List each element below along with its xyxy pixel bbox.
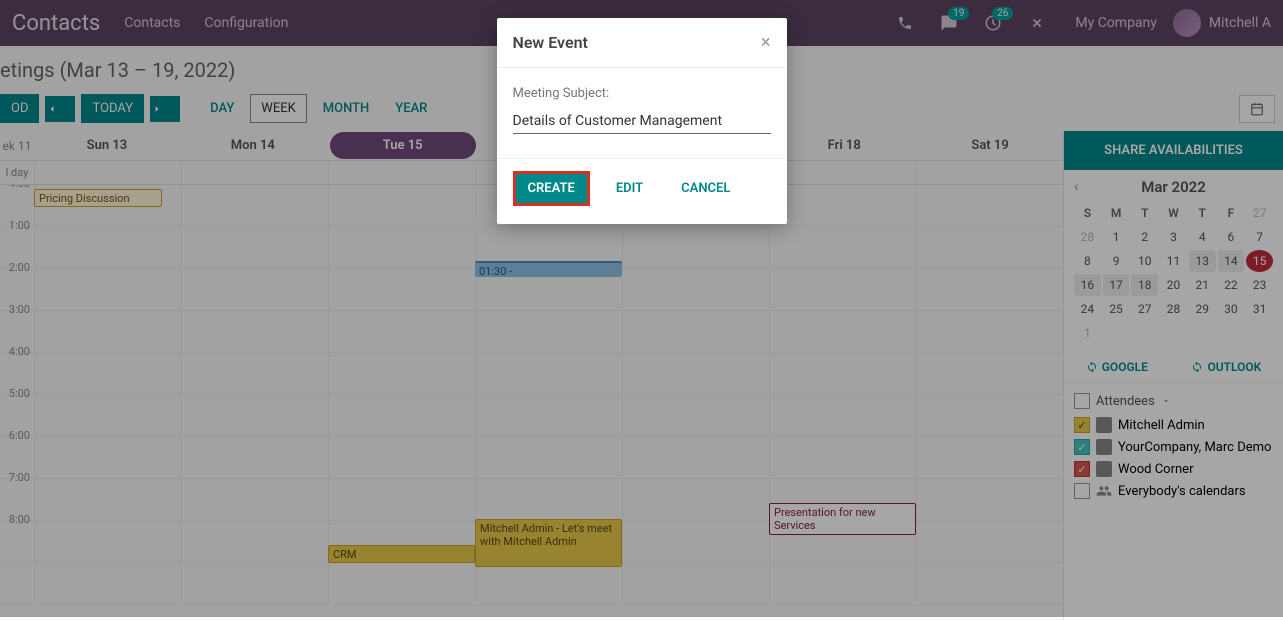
meeting-subject-label: Meeting Subject: — [513, 86, 771, 101]
edit-button[interactable]: EDIT — [604, 174, 655, 203]
modal-title: New Event — [513, 33, 588, 52]
create-button[interactable]: CREATE — [513, 171, 590, 206]
modal-close-button[interactable]: × — [761, 32, 771, 53]
cancel-button[interactable]: CANCEL — [669, 174, 742, 203]
new-event-modal: New Event × Meeting Subject: CREATE EDIT… — [497, 18, 787, 224]
modal-overlay[interactable]: New Event × Meeting Subject: CREATE EDIT… — [0, 0, 1283, 617]
meeting-subject-input[interactable] — [513, 109, 771, 134]
